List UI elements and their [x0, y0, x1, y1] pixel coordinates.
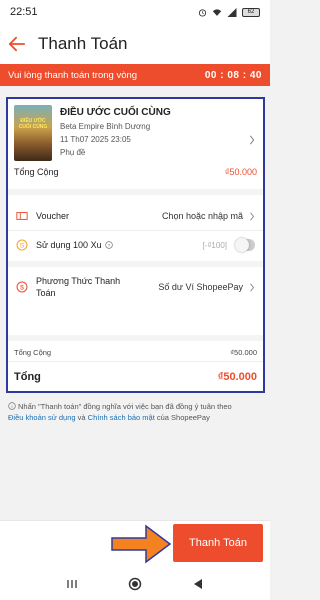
- terms-notice: i Nhấn "Thanh toán" đồng nghĩa với việc b…: [8, 402, 264, 424]
- battery-icon: 62: [242, 7, 260, 17]
- xu-label: Sử dụng 100 Xu: [36, 240, 102, 250]
- privacy-policy-link[interactable]: Chính sách bảo mật: [88, 413, 155, 422]
- terms-text-2: của ShopeePay: [154, 412, 210, 422]
- divider: [8, 361, 263, 362]
- back-arrow-icon[interactable]: [8, 35, 26, 53]
- nav-home-icon[interactable]: [128, 577, 142, 591]
- nav-menu-icon[interactable]: [65, 577, 79, 591]
- svg-text:i: i: [11, 404, 12, 410]
- wifi-icon: [212, 8, 222, 16]
- info-icon: i: [8, 402, 16, 410]
- status-time: 22:51: [10, 6, 38, 18]
- payment-method-value: Số dư Ví ShopeePay: [158, 282, 243, 292]
- movie-poster: ĐIỀU ƯỚC CUỐI CÙNG: [14, 105, 52, 161]
- app-header: Thanh Toán: [0, 24, 270, 64]
- annotation-arrow-icon: [111, 524, 172, 564]
- cinema-name: Beta Empire Bình Dương: [60, 122, 151, 131]
- voucher-row[interactable]: Voucher Chọn hoặc nhập mã: [8, 203, 263, 229]
- grand-total-value: ₫50.000: [217, 371, 257, 383]
- xu-row: S Sử dụng 100 Xu ? [-₫100]: [8, 231, 263, 259]
- status-icons: 62: [198, 7, 260, 17]
- grand-total-label: Tổng: [14, 371, 41, 383]
- xu-toggle[interactable]: [235, 238, 255, 252]
- voucher-label: Voucher: [36, 211, 70, 221]
- section-separator: [8, 335, 263, 341]
- terms-text-1: Nhấn "Thanh toán" đồng nghĩa với việc bạ…: [18, 402, 232, 411]
- payment-method-row[interactable]: $ Phương Thức Thanh Toán Số dư Ví Shopee…: [8, 269, 263, 305]
- system-nav-bar: [0, 568, 270, 600]
- svg-text:?: ?: [107, 243, 110, 249]
- signal-icon: [227, 7, 237, 17]
- showtime: 11 Th07 2025 23:05: [60, 135, 131, 144]
- ticket-total-label: Tổng Cộng: [14, 167, 59, 177]
- nav-back-icon[interactable]: [191, 577, 205, 591]
- coin-icon: S: [16, 239, 28, 251]
- poster-title: ĐIỀU ƯỚC CUỐI CÙNG: [18, 118, 48, 130]
- payment-method-icon: $: [16, 281, 28, 293]
- voucher-value: Chọn hoặc nhập mã: [161, 211, 243, 221]
- alarm-icon: [198, 8, 207, 17]
- status-bar: 22:51 62: [0, 0, 270, 24]
- ticket-total-row: Tổng Cộng ₫50.000: [8, 161, 263, 183]
- subtotal-value: ₫50.000: [230, 347, 257, 357]
- section-separator: [8, 189, 263, 195]
- timer-label: Vui lòng thanh toán trong vòng: [8, 69, 138, 81]
- voucher-ticket-icon: [16, 212, 28, 220]
- chevron-right-icon: [249, 135, 255, 145]
- svg-text:$: $: [20, 285, 24, 292]
- svg-text:S: S: [20, 243, 25, 250]
- grand-total-row: Tổng ₫50.000: [8, 365, 263, 389]
- payment-timer-bar: Vui lòng thanh toán trong vòng 00 : 08 :…: [0, 64, 270, 86]
- section-separator: [8, 261, 263, 267]
- subtotal-row: Tổng Cộng ₫50.000: [8, 345, 263, 359]
- subtotal-label: Tổng Cộng: [14, 347, 52, 357]
- terms-of-use-link[interactable]: Điều khoản sử dụng: [8, 413, 76, 422]
- subtitle-type: Phụ đề: [60, 148, 86, 157]
- info-icon[interactable]: ?: [104, 241, 113, 249]
- xu-discount-value: [-₫100]: [202, 240, 227, 250]
- battery-level: 62: [247, 9, 255, 15]
- movie-title: ĐIỀU ƯỚC CUỐI CÙNG: [60, 107, 171, 118]
- payment-method-label: Phương Thức Thanh Toán: [36, 275, 121, 298]
- chevron-right-icon: [250, 282, 255, 292]
- terms-and: và: [75, 412, 88, 422]
- chevron-right-icon: [250, 211, 255, 221]
- page-title: Thanh Toán: [38, 34, 128, 53]
- countdown-value: 00 : 08 : 40: [204, 69, 262, 81]
- pay-button[interactable]: Thanh Toán: [173, 524, 263, 562]
- ticket-total-value: ₫50.000: [224, 167, 257, 177]
- order-summary-panel: ĐIỀU ƯỚC CUỐI CÙNG ĐIỀU ƯỚC CUỐI CÙNG Be…: [6, 97, 265, 393]
